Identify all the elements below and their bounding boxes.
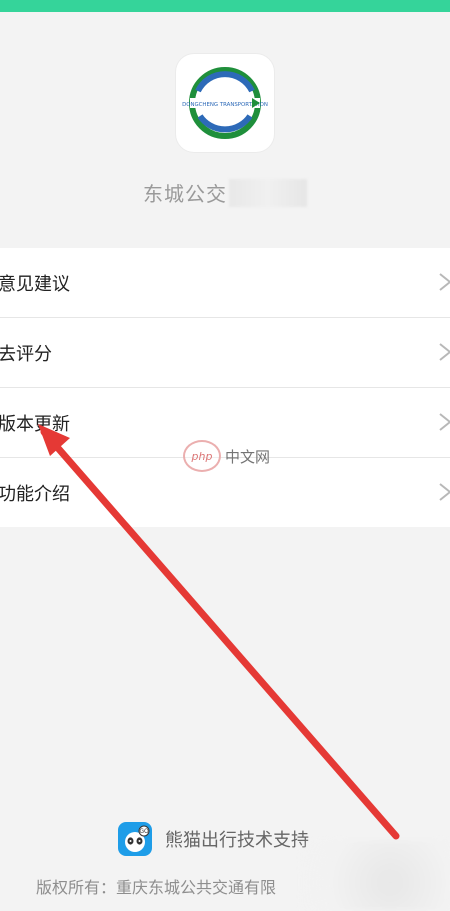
app-logo: DONGCHENG TRANSPORTATION — [176, 54, 274, 152]
app-name: 东城公交 — [0, 178, 450, 207]
menu-label: 功能介绍 — [0, 483, 70, 505]
about-page: DONGCHENG TRANSPORTATION 东城公交 意见建议 去评分 版… — [0, 0, 450, 911]
watermark-text: 中文网 — [225, 447, 271, 466]
chevron-right-icon — [439, 273, 450, 291]
menu-label: 版本更新 — [0, 413, 70, 435]
menu-item-rate[interactable]: 去评分 — [0, 318, 450, 388]
app-name-text: 东城公交 — [143, 182, 227, 206]
menu-label: 意见建议 — [0, 273, 70, 295]
redacted-footer-region — [300, 840, 450, 911]
chevron-right-icon — [439, 483, 450, 501]
panda-icon: GO — [118, 822, 152, 856]
chevron-right-icon — [439, 343, 450, 361]
redacted-app-suffix — [229, 179, 307, 207]
menu-label: 去评分 — [0, 343, 52, 365]
support-text: 熊猫出行技术支持 — [165, 830, 309, 851]
top-status-bar — [0, 0, 450, 12]
tech-support: GO 熊猫出行技术支持 — [118, 822, 309, 856]
copyright-text: 版权所有：重庆东城公共交通有限 — [36, 878, 277, 897]
menu-item-feedback[interactable]: 意见建议 — [0, 248, 450, 318]
watermark-php: php — [183, 440, 221, 472]
site-watermark: php 中文网 — [183, 440, 270, 472]
chevron-right-icon — [439, 413, 450, 431]
dongcheng-logo-icon: DONGCHENG TRANSPORTATION — [182, 67, 268, 139]
svg-text:GO: GO — [139, 828, 149, 835]
settings-menu: 意见建议 去评分 版本更新 功能介绍 — [0, 248, 450, 527]
